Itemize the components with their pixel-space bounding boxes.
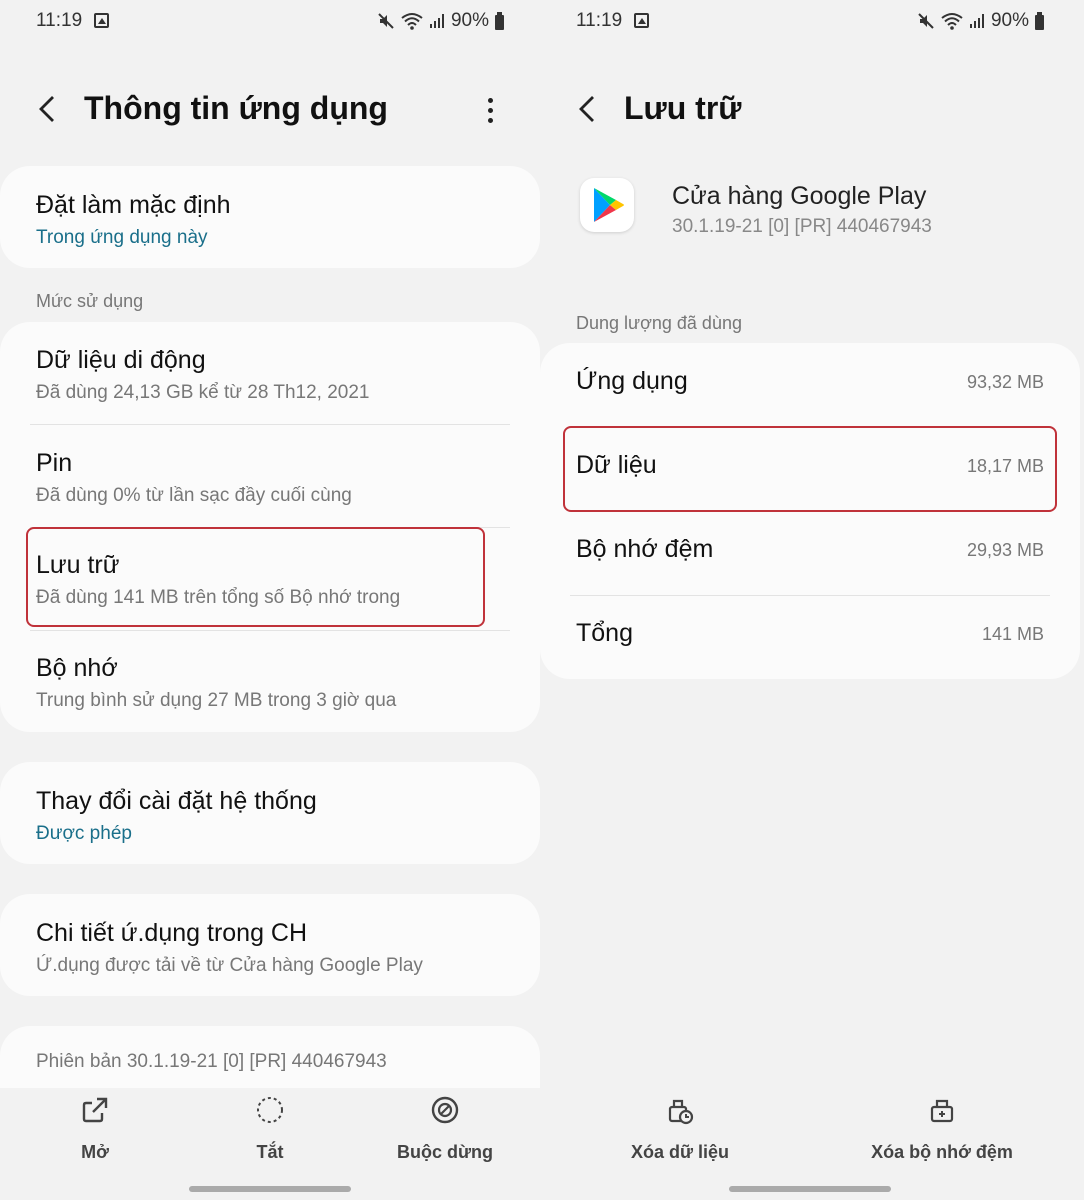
memory-title: Bộ nhớ	[36, 654, 118, 682]
store-details-item[interactable]: Chi tiết ứ.dụng trong CH Ứ.dụng được tải…	[36, 919, 510, 977]
clear-cache-icon	[930, 1099, 954, 1123]
clear-cache-button[interactable]: Xóa bộ nhớ đệm	[862, 1095, 1022, 1163]
google-play-icon	[594, 188, 624, 222]
modify-system-settings-sub: Được phép	[36, 823, 132, 844]
version-text: Phiên bản 30.1.19-21 [0] [PR] 440467943	[36, 1051, 387, 1072]
status-bar: 11:19 90%	[36, 10, 504, 36]
modify-system-settings-card[interactable]: Thay đổi cài đặt hệ thống Được phép	[0, 762, 540, 864]
set-default-title: Đặt làm mặc định	[36, 191, 231, 219]
app-version: 30.1.19-21 [0] [PR] 440467943	[672, 216, 932, 237]
memory-sub: Trung bình sử dụng 27 MB trong 3 giờ qua	[36, 690, 397, 711]
app-bar: Thông tin ứng dụng	[0, 80, 540, 140]
mobile-data-item[interactable]: Dữ liệu di động Đã dùng 24,13 GB kể từ 2…	[36, 346, 510, 404]
battery-item[interactable]: Pin Đã dùng 0% từ lần sạc đầy cuối cùng	[36, 449, 510, 507]
battery-icon	[1035, 11, 1044, 30]
storage-used-label: Dung lượng đã dùng	[576, 313, 742, 333]
force-stop-icon	[431, 1096, 459, 1124]
battery-sub: Đã dùng 0% từ lần sạc đầy cuối cùng	[36, 485, 352, 506]
force-stop-label: Buộc dừng	[396, 1142, 494, 1162]
memory-item[interactable]: Bộ nhớ Trung bình sử dụng 27 MB trong 3 …	[36, 654, 510, 712]
google-play-app-icon	[580, 178, 634, 232]
open-label: Mở	[81, 1142, 109, 1162]
disable-icon	[257, 1097, 283, 1123]
status-bar: 11:19 90%	[576, 10, 1044, 36]
divider	[30, 424, 510, 425]
storage-screen: 11:19 90% Lưu trữ Cửa hàng Google Play 3…	[540, 0, 1080, 1200]
row-value: 93,32 MB	[966, 372, 1044, 392]
mute-icon	[918, 13, 934, 29]
store-details-sub: Ứ.dụng được tải về từ Cửa hàng Google Pl…	[36, 955, 423, 976]
modify-system-settings-item[interactable]: Thay đổi cài đặt hệ thống Được phép	[36, 787, 510, 845]
app-name: Cửa hàng Google Play	[672, 182, 927, 210]
row-label: Bộ nhớ đệm	[576, 535, 714, 563]
status-time: 11:19	[576, 10, 623, 31]
set-default-sub: Trong ứng dụng này	[36, 227, 208, 248]
storage-row-total: Tổng 141 MB	[576, 595, 1044, 679]
store-details-title: Chi tiết ứ.dụng trong CH	[36, 919, 308, 947]
row-value: 141 MB	[981, 624, 1044, 644]
store-details-card[interactable]: Chi tiết ứ.dụng trong CH Ứ.dụng được tải…	[0, 894, 540, 996]
battery-icon	[495, 11, 504, 30]
clear-data-button[interactable]: Xóa dữ liệu	[620, 1095, 740, 1163]
signal-icon	[429, 14, 444, 28]
gallery-icon	[634, 13, 649, 28]
mute-icon	[378, 13, 394, 29]
modify-system-settings-title: Thay đổi cài đặt hệ thống	[36, 787, 317, 815]
gallery-icon	[94, 13, 109, 28]
divider	[30, 630, 510, 631]
usage-section-label: Mức sử dụng	[36, 291, 144, 311]
mobile-data-title: Dữ liệu di động	[36, 346, 206, 374]
force-stop-button[interactable]: Buộc dừng	[390, 1095, 500, 1163]
back-arrow-icon[interactable]	[576, 94, 600, 124]
wifi-icon	[401, 13, 423, 30]
storage-row-app: Ứng dụng 93,32 MB	[576, 343, 1044, 427]
open-button[interactable]: Mở	[55, 1095, 135, 1163]
clear-cache-label: Xóa bộ nhớ đệm	[871, 1142, 1013, 1162]
home-indicator[interactable]	[729, 1186, 891, 1192]
home-indicator[interactable]	[189, 1186, 351, 1192]
page-title: Lưu trữ	[624, 90, 742, 126]
battery-percent: 90%	[990, 10, 1029, 31]
storage-highlight-box	[26, 527, 485, 627]
page-title: Thông tin ứng dụng	[84, 90, 388, 126]
app-bar: Lưu trữ	[540, 80, 1080, 140]
set-default-item[interactable]: Đặt làm mặc định Trong ứng dụng này	[36, 191, 510, 249]
mobile-data-sub: Đã dùng 24,13 GB kể từ 28 Th12, 2021	[36, 382, 370, 403]
signal-icon	[969, 14, 984, 28]
row-label: Ứng dụng	[576, 367, 688, 395]
version-card: Phiên bản 30.1.19-21 [0] [PR] 440467943	[0, 1026, 540, 1088]
open-external-icon	[82, 1097, 108, 1123]
status-time: 11:19	[36, 10, 83, 31]
battery-title: Pin	[36, 449, 73, 477]
back-arrow-icon[interactable]	[36, 94, 60, 124]
clear-data-icon	[668, 1099, 694, 1125]
disable-label: Tắt	[256, 1142, 284, 1162]
storage-row-cache: Bộ nhớ đệm 29,93 MB	[576, 511, 1044, 595]
battery-percent: 90%	[450, 10, 489, 31]
clear-data-label: Xóa dữ liệu	[630, 1142, 730, 1162]
data-highlight-box	[563, 426, 1057, 512]
more-options-icon[interactable]	[478, 96, 502, 126]
wifi-icon	[941, 13, 963, 30]
row-value: 29,93 MB	[966, 540, 1044, 560]
set-default-card[interactable]: Đặt làm mặc định Trong ứng dụng này	[0, 166, 540, 268]
app-info-screen: 11:19 90% Thông tin ứng dụng Đặt làm mặc…	[0, 0, 540, 1200]
row-label: Tổng	[576, 619, 633, 647]
disable-button[interactable]: Tắt	[230, 1095, 310, 1163]
